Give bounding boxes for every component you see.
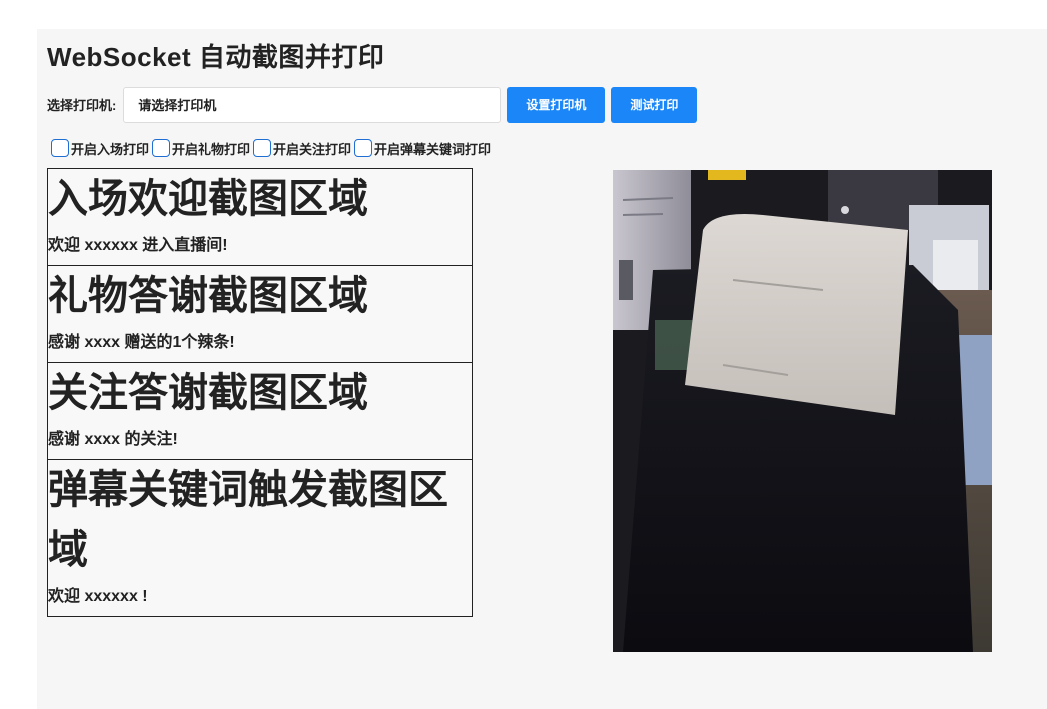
set-printer-button[interactable]: 设置打印机 xyxy=(507,86,606,123)
follow-zone-title: 关注答谢截图区域 xyxy=(48,371,368,415)
printer-select-value: 请选择打印机 xyxy=(138,98,217,113)
option-gift-print[interactable]: 开启礼物打印 xyxy=(152,139,250,158)
printer-photo xyxy=(613,170,992,652)
keyword-zone-title: 弹幕关键词触发截图区域 xyxy=(48,468,448,572)
camera-preview xyxy=(613,170,992,652)
entry-print-checkbox[interactable] xyxy=(51,139,69,157)
printer-controls: 选择打印机: 请选择打印机 设置打印机 测试打印 xyxy=(47,86,727,123)
follow-zone-text: 感谢 xxxx 的关注! xyxy=(48,431,178,448)
screenshot-zones: 入场欢迎截图区域 欢迎 xxxxxx 进入直播间! 礼物答谢截图区域 感谢 xx… xyxy=(47,168,473,617)
follow-print-checkbox[interactable] xyxy=(253,139,272,157)
printer-label: 选择打印机: xyxy=(47,98,117,113)
entry-print-label: 开启入场打印 xyxy=(71,141,150,157)
gift-print-label: 开启礼物打印 xyxy=(172,141,251,157)
gift-zone: 礼物答谢截图区域 感谢 xxxx 赠送的1个辣条! xyxy=(48,266,472,363)
gift-print-checkbox[interactable] xyxy=(152,139,171,157)
option-follow-print[interactable]: 开启关注打印 xyxy=(253,139,351,158)
printer-select[interactable]: 请选择打印机 xyxy=(123,86,502,123)
entry-zone-text: 欢迎 xxxxxx 进入直播间! xyxy=(48,237,228,254)
test-print-button[interactable]: 测试打印 xyxy=(611,86,698,123)
keyword-print-label: 开启弹幕关键词打印 xyxy=(374,141,492,157)
option-keyword-print[interactable]: 开启弹幕关键词打印 xyxy=(354,139,491,158)
print-options: 开启入场打印 开启礼物打印 开启关注打印 开启弹幕关键词打印 xyxy=(51,137,494,159)
gift-zone-text: 感谢 xxxx 赠送的1个辣条! xyxy=(48,334,235,351)
keyword-zone-text: 欢迎 xxxxxx ! xyxy=(48,588,148,605)
keyword-print-checkbox[interactable] xyxy=(354,139,373,157)
follow-zone: 关注答谢截图区域 感谢 xxxx 的关注! xyxy=(48,363,472,460)
gift-zone-title: 礼物答谢截图区域 xyxy=(48,274,368,318)
option-entry-print[interactable]: 开启入场打印 xyxy=(51,139,149,158)
app-root: WebSocket 自动截图并打印 选择打印机: 请选择打印机 设置打印机 测试… xyxy=(37,29,1047,709)
entry-zone-title: 入场欢迎截图区域 xyxy=(48,177,368,221)
follow-print-label: 开启关注打印 xyxy=(273,141,352,157)
page-title: WebSocket 自动截图并打印 xyxy=(47,42,385,72)
entry-zone: 入场欢迎截图区域 欢迎 xxxxxx 进入直播间! xyxy=(48,169,472,266)
keyword-zone: 弹幕关键词触发截图区域 欢迎 xxxxxx ! xyxy=(48,460,472,616)
